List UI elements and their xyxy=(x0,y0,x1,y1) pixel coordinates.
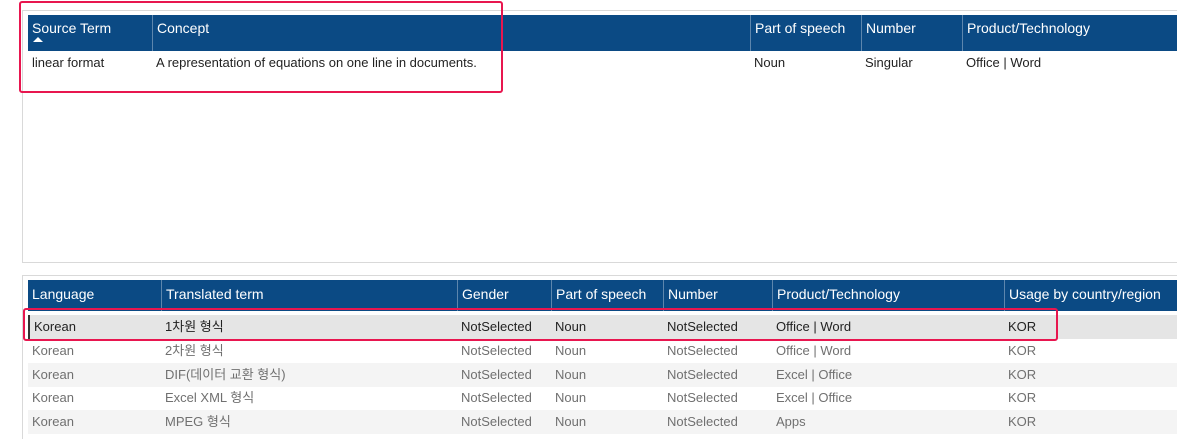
translation-grid: Language Translated term Gender Part of … xyxy=(22,275,1177,439)
cell-gender: NotSelected xyxy=(461,414,532,429)
cell-number: NotSelected xyxy=(667,390,738,405)
cell-usage-by-country: KOR xyxy=(1008,414,1037,429)
cell-usage-by-country: KOR xyxy=(1008,343,1037,358)
cell-number: NotSelected xyxy=(667,414,738,429)
column-header-part-of-speech[interactable]: Part of speech xyxy=(750,15,861,51)
source-term-grid: Source Term Concept Part of speech Numbe… xyxy=(22,10,1177,263)
column-header-product-technology[interactable]: Product/Technology xyxy=(772,280,1004,311)
table-row[interactable]: Korean 2차원 형식 NotSelected Noun NotSelect… xyxy=(28,339,1177,363)
cell-number: Singular xyxy=(865,55,913,70)
cell-number: NotSelected xyxy=(667,319,738,334)
column-header-product-technology[interactable]: Product/Technology xyxy=(962,15,1177,51)
cell-product-technology: Excel | Office xyxy=(776,367,853,382)
column-header-label: Gender xyxy=(462,286,509,302)
column-header-label: Translated term xyxy=(166,286,264,302)
cell-gender: NotSelected xyxy=(461,343,532,358)
cell-language: Korean xyxy=(32,343,74,358)
cell-translated-term: 1차원 형식 xyxy=(165,319,224,334)
column-header-concept[interactable]: Concept xyxy=(152,15,750,51)
cell-product-technology: Office | Word xyxy=(776,319,852,334)
cell-concept: A representation of equations on one lin… xyxy=(156,55,477,70)
column-header-language[interactable]: Language xyxy=(28,280,161,311)
cell-usage-by-country: KOR xyxy=(1008,319,1037,334)
column-header-label: Part of speech xyxy=(556,286,647,302)
column-header-usage-by-country[interactable]: Usage by country/region xyxy=(1004,280,1177,311)
column-header-label: Number xyxy=(866,20,916,36)
cell-language: Korean xyxy=(28,315,161,339)
cell-product-technology: Office | Word xyxy=(776,343,852,358)
cell-source-term: linear format xyxy=(32,55,105,70)
cell-translated-term: DIF(데이터 교환 형식) xyxy=(165,367,286,382)
table-row[interactable]: Korean MPEG 형식 NotSelected Noun NotSelec… xyxy=(28,410,1177,434)
column-header-label: Usage by country/region xyxy=(1009,286,1161,302)
cell-gender: NotSelected xyxy=(461,319,532,334)
cell-language: Korean xyxy=(32,414,74,429)
cell-translated-term: MPEG 형식 xyxy=(165,414,231,429)
translation-header: Language Translated term Gender Part of … xyxy=(28,280,1177,311)
sort-ascending-icon xyxy=(33,37,43,42)
column-header-label: Number xyxy=(668,286,718,302)
column-header-label: Product/Technology xyxy=(777,286,900,302)
column-header-label: Product/Technology xyxy=(967,20,1090,36)
source-term-header: Source Term Concept Part of speech Numbe… xyxy=(28,15,1177,51)
cell-product-technology: Office | Word xyxy=(966,55,1042,70)
cell-part-of-speech: Noun xyxy=(754,55,786,70)
cell-part-of-speech: Noun xyxy=(555,390,587,405)
column-header-label: Language xyxy=(32,286,95,302)
cell-language: Korean xyxy=(32,390,74,405)
table-row-selected[interactable]: Korean 1차원 형식 NotSelected Noun NotSelect… xyxy=(28,315,1177,339)
cell-usage-by-country: KOR xyxy=(1008,390,1037,405)
cell-product-technology: Excel | Office xyxy=(776,390,853,405)
cell-number: NotSelected xyxy=(667,367,738,382)
table-row[interactable]: Korean Excel XML 형식 NotSelected Noun Not… xyxy=(28,386,1177,410)
cell-part-of-speech: Noun xyxy=(555,414,587,429)
cell-gender: NotSelected xyxy=(461,390,532,405)
cell-language: Korean xyxy=(32,367,74,382)
cell-part-of-speech: Noun xyxy=(555,343,587,358)
column-header-gender[interactable]: Gender xyxy=(457,280,551,311)
cell-product-technology: Apps xyxy=(776,414,806,429)
cell-usage-by-country: KOR xyxy=(1008,367,1037,382)
table-row[interactable]: linear format A representation of equati… xyxy=(28,51,1177,75)
column-header-source-term[interactable]: Source Term xyxy=(28,15,152,51)
table-row[interactable]: Korean DIF(데이터 교환 형식) NotSelected Noun N… xyxy=(28,363,1177,387)
cell-part-of-speech: Noun xyxy=(555,319,587,334)
column-header-number[interactable]: Number xyxy=(861,15,962,51)
cell-part-of-speech: Noun xyxy=(555,367,587,382)
cell-number: NotSelected xyxy=(667,343,738,358)
column-header-label: Source Term xyxy=(32,20,112,36)
column-header-number[interactable]: Number xyxy=(663,280,772,311)
cell-gender: NotSelected xyxy=(461,367,532,382)
column-header-part-of-speech[interactable]: Part of speech xyxy=(551,280,663,311)
column-header-label: Concept xyxy=(157,20,210,36)
column-header-translated-term[interactable]: Translated term xyxy=(161,280,457,311)
cell-translated-term: 2차원 형식 xyxy=(165,343,224,358)
cell-translated-term: Excel XML 형식 xyxy=(165,390,255,405)
column-header-label: Part of speech xyxy=(755,20,846,36)
